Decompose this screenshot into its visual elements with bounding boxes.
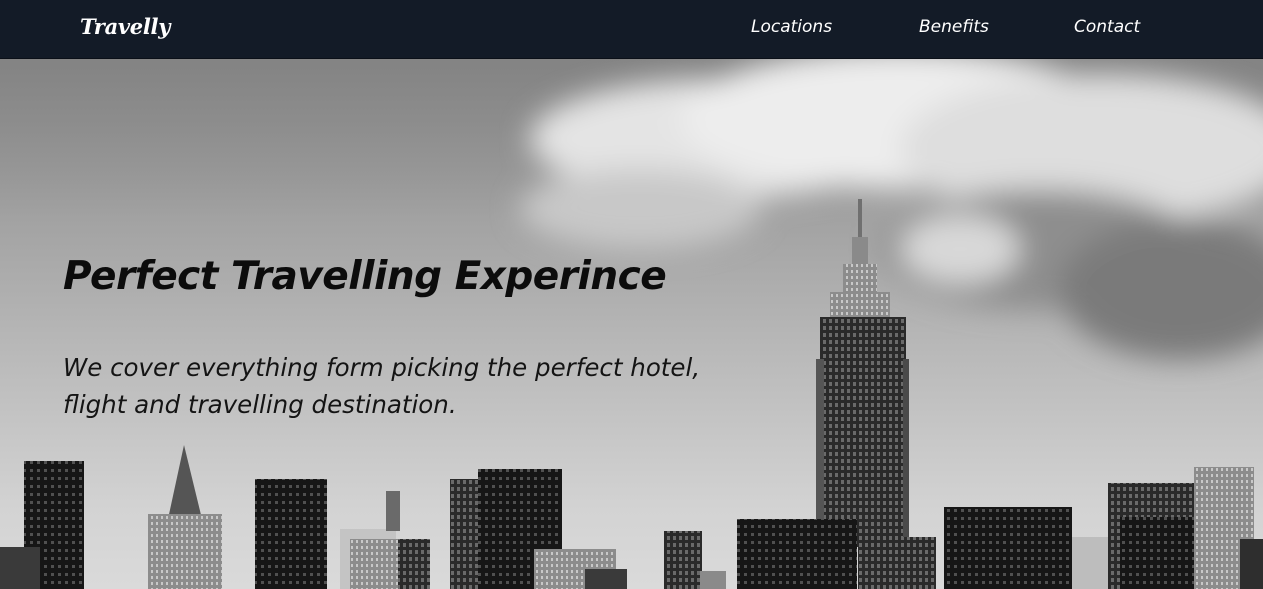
top-navbar: Travelly Locations Benefits Contact [0, 0, 1263, 59]
hero-title: Perfect Travelling Experince [63, 254, 667, 299]
brand-logo[interactable]: Travelly [80, 14, 170, 39]
hero-subtitle: We cover everything form picking the per… [63, 353, 701, 419]
nav-link-benefits[interactable]: Benefits [919, 17, 989, 37]
hero-section: Perfect Travelling Experince We cover ev… [0, 59, 1263, 589]
nav-link-locations[interactable]: Locations [751, 17, 832, 37]
city-skyline-background-image [0, 59, 1263, 589]
nav-link-contact[interactable]: Contact [1074, 17, 1140, 37]
